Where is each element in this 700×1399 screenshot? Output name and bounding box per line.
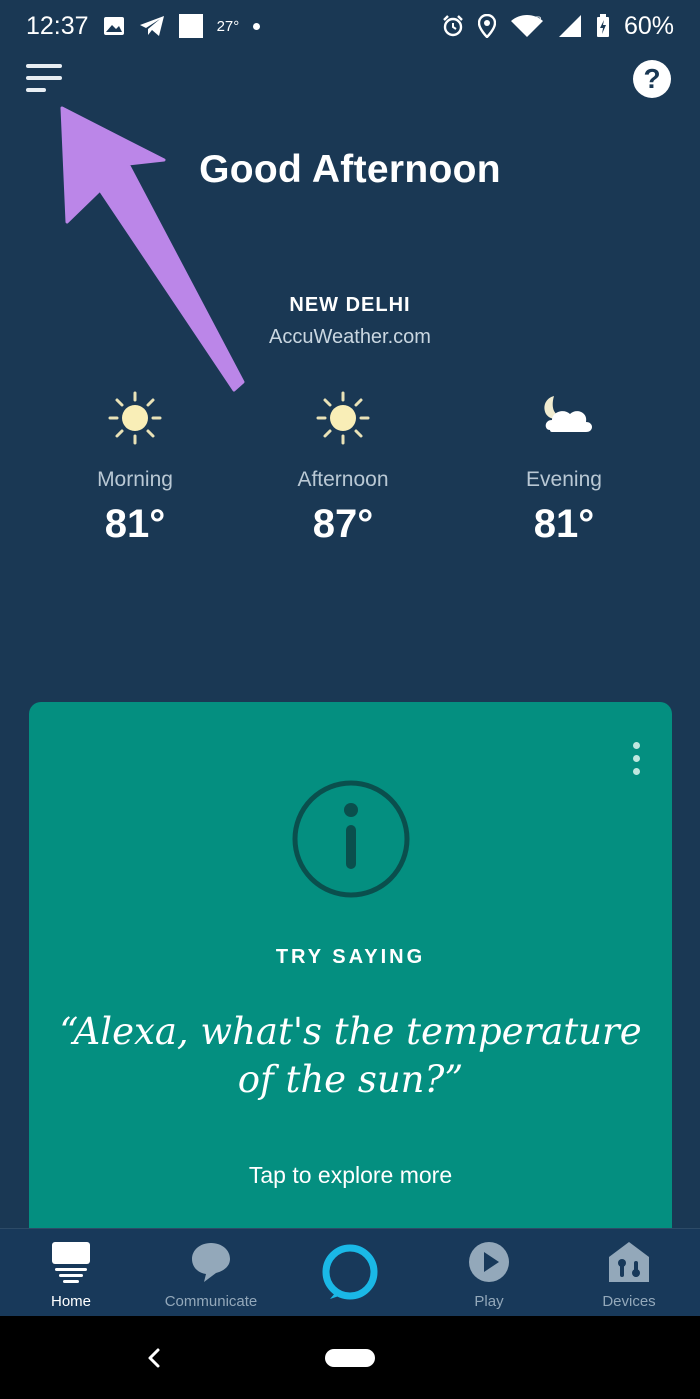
nav-play[interactable]: Play <box>429 1241 549 1310</box>
weather-city[interactable]: NEW DELHI <box>0 294 700 317</box>
try-saying-card[interactable]: TRY SAYING “Alexa, what's the temperatur… <box>29 702 672 1242</box>
forecast-evening: Evening 81° <box>464 390 664 547</box>
home-icon <box>52 1242 90 1283</box>
nav-label: Communicate <box>164 1293 258 1310</box>
suggestion-quote: “Alexa, what's the temperature of the su… <box>59 1010 642 1101</box>
explore-more-link[interactable]: Tap to explore more <box>29 1162 672 1189</box>
more-options-icon[interactable] <box>630 742 642 776</box>
weather-source[interactable]: AccuWeather.com <box>0 326 700 349</box>
nav-home[interactable]: Home <box>11 1241 131 1310</box>
moon-cloud-icon <box>544 396 592 432</box>
back-icon[interactable] <box>140 1340 166 1376</box>
forecast-morning: Morning 81° <box>35 390 235 547</box>
home-pill-button[interactable] <box>325 1349 375 1367</box>
forecast-temp: 87° <box>312 502 374 546</box>
info-icon <box>292 780 410 898</box>
bottom-navigation: Home Communicate Play Devices <box>0 1228 700 1317</box>
forecast-label: Morning <box>97 468 173 491</box>
alexa-ring-icon[interactable] <box>320 1242 380 1302</box>
forecast-label: Afternoon <box>297 468 389 491</box>
forecast-temp: 81° <box>533 502 595 546</box>
sun-icon <box>316 391 370 445</box>
greeting-title: Good Afternoon <box>199 148 501 191</box>
nav-devices[interactable]: Devices <box>569 1241 689 1310</box>
forecast-temp: 81° <box>104 502 166 546</box>
devices-icon <box>609 1242 649 1282</box>
play-icon <box>469 1242 509 1282</box>
try-saying-heading: TRY SAYING <box>275 946 426 968</box>
nav-label: Play <box>474 1293 504 1310</box>
system-navigation-bar <box>0 1316 700 1399</box>
nav-label: Devices <box>602 1293 656 1310</box>
forecast-afternoon: Afternoon 87° <box>243 390 443 547</box>
chat-bubble-icon <box>192 1243 230 1282</box>
forecast-label: Evening <box>526 468 602 491</box>
sun-icon <box>108 391 162 445</box>
nav-label: Home <box>50 1293 91 1310</box>
nav-communicate[interactable]: Communicate <box>151 1241 271 1310</box>
